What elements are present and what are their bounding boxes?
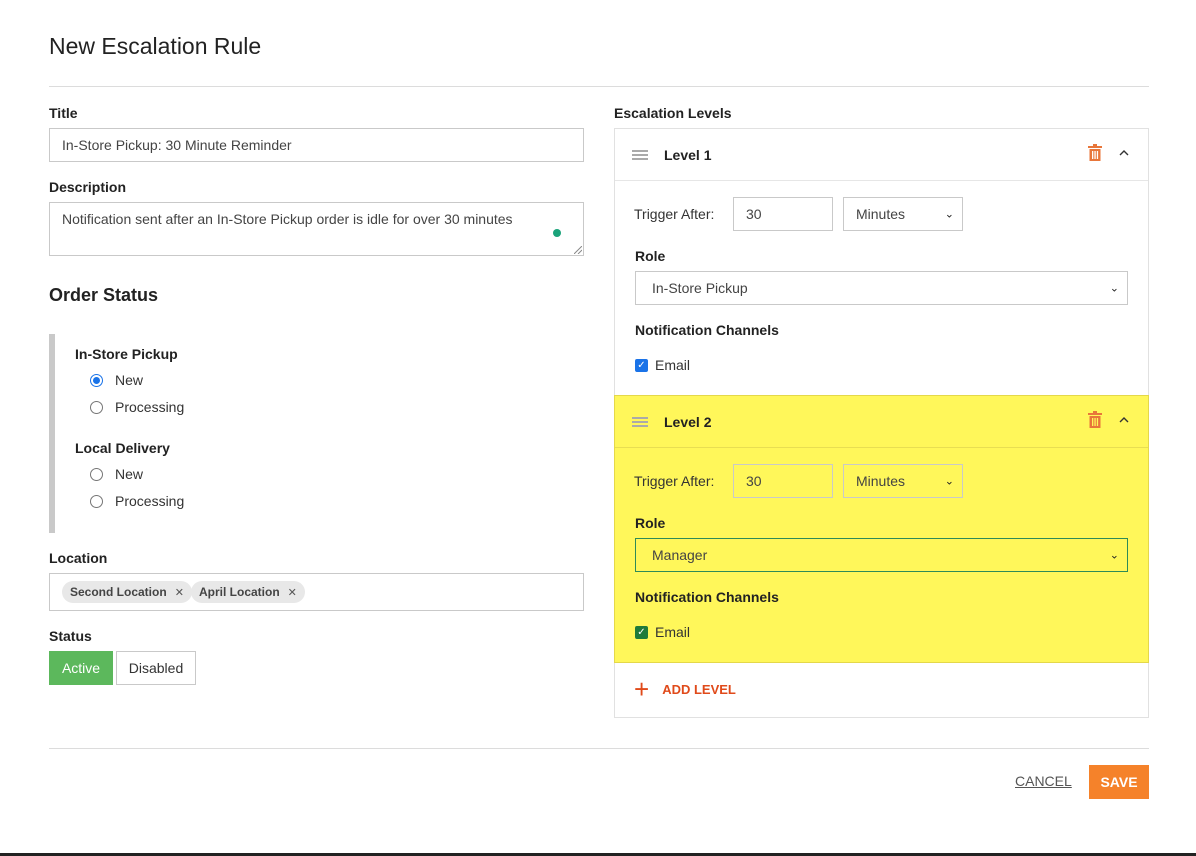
description-label: Description bbox=[49, 179, 127, 195]
radio-icon[interactable] bbox=[90, 467, 103, 481]
level-2-title: Level 2 bbox=[664, 414, 712, 430]
chip-label: April Location bbox=[199, 585, 280, 599]
location-multiselect[interactable]: Second Location ✕ April Location ✕ bbox=[49, 573, 584, 611]
status-disabled-button[interactable]: Disabled bbox=[116, 651, 196, 685]
select-value: Manager bbox=[652, 547, 708, 563]
chevron-down-icon: ⌄ bbox=[944, 208, 954, 221]
drag-handle-icon[interactable] bbox=[632, 150, 648, 160]
remove-chip-icon[interactable]: ✕ bbox=[288, 586, 297, 599]
check-icon[interactable]: ✓ bbox=[635, 625, 648, 639]
add-level-label: ADD LEVEL bbox=[662, 681, 736, 697]
check-icon[interactable]: ✓ bbox=[635, 358, 648, 372]
email-checkbox-row[interactable]: ✓ Email bbox=[635, 624, 690, 640]
trigger-unit-select[interactable]: Minutes ⌄ bbox=[843, 464, 963, 498]
radio-in-store-processing[interactable]: Processing bbox=[90, 399, 184, 415]
level-1-header-divider bbox=[615, 180, 1148, 181]
title-label: Title bbox=[49, 105, 78, 121]
chevron-down-icon: ⌄ bbox=[1109, 549, 1119, 562]
select-value: Minutes bbox=[856, 206, 906, 222]
cancel-button[interactable]: CANCEL bbox=[1015, 773, 1072, 789]
radio-checked-icon[interactable] bbox=[90, 373, 103, 387]
radio-icon[interactable] bbox=[90, 400, 103, 414]
trigger-label: Trigger After: bbox=[634, 206, 715, 222]
trigger-label: Trigger After: bbox=[634, 473, 715, 489]
trigger-value-input[interactable]: 30 bbox=[733, 464, 833, 498]
radio-icon[interactable] bbox=[90, 494, 103, 508]
order-status-heading: Order Status bbox=[49, 285, 159, 305]
group-label-in-store-pickup: In-Store Pickup bbox=[75, 346, 178, 362]
notification-channels-label: Notification Channels bbox=[635, 322, 779, 338]
title-input[interactable]: In-Store Pickup: 30 Minute Reminder bbox=[49, 128, 584, 162]
checkbox-label: Email bbox=[655, 357, 691, 373]
escalation-levels-heading: Escalation Levels bbox=[614, 105, 732, 121]
order-status-group-bar bbox=[49, 334, 55, 533]
level-2-card bbox=[614, 395, 1149, 663]
description-textarea[interactable]: Notification sent after an In-Store Pick… bbox=[49, 202, 584, 256]
footer-divider bbox=[49, 748, 1149, 749]
level-1-title: Level 1 bbox=[664, 147, 712, 163]
location-label: Location bbox=[49, 550, 108, 566]
save-button[interactable]: SAVE bbox=[1089, 765, 1149, 799]
radio-label: Processing bbox=[115, 399, 185, 415]
level-2-header-divider bbox=[615, 447, 1148, 448]
notification-channels-label: Notification Channels bbox=[635, 589, 779, 605]
radio-label: Processing bbox=[115, 493, 185, 509]
group-label-local-delivery: Local Delivery bbox=[75, 440, 170, 456]
trash-icon[interactable] bbox=[1088, 411, 1102, 428]
chevron-down-icon: ⌄ bbox=[944, 475, 954, 488]
resize-grip-icon[interactable] bbox=[574, 246, 582, 254]
role-select[interactable]: Manager ⌄ bbox=[635, 538, 1128, 572]
header-divider bbox=[49, 86, 1149, 87]
radio-label: New bbox=[115, 372, 144, 388]
plus-icon: + bbox=[634, 674, 650, 704]
status-active-button[interactable]: Active bbox=[49, 651, 113, 685]
radio-local-processing[interactable]: Processing bbox=[90, 493, 184, 509]
chevron-up-icon[interactable] bbox=[1119, 416, 1129, 424]
trigger-unit-select[interactable]: Minutes ⌄ bbox=[843, 197, 963, 231]
remove-chip-icon[interactable]: ✕ bbox=[175, 586, 184, 599]
drag-handle-icon[interactable] bbox=[632, 417, 648, 427]
select-value: Minutes bbox=[856, 473, 906, 489]
role-select[interactable]: In-Store Pickup ⌄ bbox=[635, 271, 1128, 305]
radio-in-store-new[interactable]: New bbox=[90, 372, 143, 388]
chevron-down-icon: ⌄ bbox=[1109, 282, 1119, 295]
radio-local-new[interactable]: New bbox=[90, 466, 143, 482]
trigger-value-input[interactable]: 30 bbox=[733, 197, 833, 231]
trash-icon[interactable] bbox=[1088, 144, 1102, 161]
dialog-title: New Escalation Rule bbox=[49, 33, 262, 59]
select-value: In-Store Pickup bbox=[652, 280, 748, 296]
checkbox-label: Email bbox=[655, 624, 691, 640]
location-chip: Second Location ✕ bbox=[62, 581, 192, 603]
chevron-up-icon[interactable] bbox=[1119, 149, 1129, 157]
role-label: Role bbox=[635, 248, 666, 264]
email-checkbox-row[interactable]: ✓ Email bbox=[635, 357, 690, 373]
grammar-dot-icon bbox=[553, 229, 561, 237]
chip-label: Second Location bbox=[70, 585, 167, 599]
status-label: Status bbox=[49, 628, 92, 644]
radio-label: New bbox=[115, 466, 144, 482]
role-label: Role bbox=[635, 515, 666, 531]
location-chip: April Location ✕ bbox=[191, 581, 305, 603]
add-level-button[interactable]: + ADD LEVEL bbox=[634, 674, 736, 704]
